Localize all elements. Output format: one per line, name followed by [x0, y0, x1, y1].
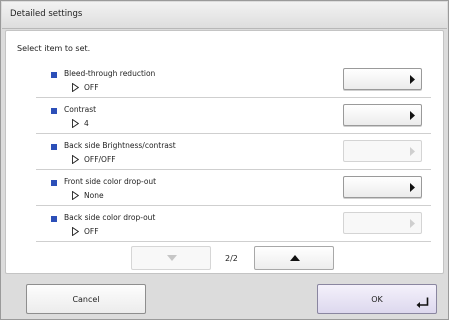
- setting-row-back-color-drop-out: Back side color drop-out OFF: [36, 206, 431, 242]
- square-bullet-icon: [51, 180, 57, 186]
- title-bar: Detailed settings: [2, 2, 447, 29]
- square-bullet-icon: [51, 72, 57, 78]
- outline-triangle-right-icon: [72, 155, 79, 164]
- square-bullet-icon: [51, 108, 57, 114]
- row-divider: [36, 241, 431, 242]
- setting-value: OFF: [84, 227, 99, 236]
- page-indicator: 2/2: [225, 254, 238, 263]
- setting-row-back-brightness-contrast: Back side Brightness/contrast OFF/OFF: [36, 134, 431, 170]
- triangle-right-icon: [410, 183, 415, 192]
- instruction-text: Select item to set.: [17, 44, 91, 53]
- setting-row-bleed-through: Bleed-through reduction OFF: [36, 62, 431, 98]
- square-bullet-icon: [51, 216, 57, 222]
- outline-triangle-right-icon: [72, 119, 79, 128]
- setting-label: Contrast: [64, 105, 97, 114]
- contrast-setting-button[interactable]: [343, 104, 422, 126]
- setting-row-contrast: Contrast 4: [36, 98, 431, 134]
- setting-label: Front side color drop-out: [64, 177, 157, 186]
- triangle-down-icon: [167, 255, 177, 261]
- ok-button[interactable]: OK: [317, 284, 437, 314]
- triangle-right-icon: [410, 111, 415, 120]
- triangle-right-icon: [410, 219, 415, 228]
- front-color-drop-out-setting-button[interactable]: [343, 176, 422, 198]
- outline-triangle-right-icon: [72, 83, 79, 92]
- cancel-label: Cancel: [72, 295, 100, 304]
- back-brightness-contrast-setting-button[interactable]: [343, 140, 422, 162]
- page-down-button[interactable]: [131, 246, 211, 270]
- page-up-button[interactable]: [254, 246, 334, 270]
- outline-triangle-right-icon: [72, 191, 79, 200]
- enter-return-icon: [416, 297, 429, 308]
- cancel-button[interactable]: Cancel: [26, 284, 146, 314]
- triangle-up-icon: [290, 255, 300, 261]
- setting-value: OFF/OFF: [84, 155, 116, 164]
- setting-value: OFF: [84, 83, 99, 92]
- setting-label: Back side color drop-out: [64, 213, 156, 222]
- bleed-through-setting-button[interactable]: [343, 68, 422, 90]
- setting-value: 4: [84, 119, 89, 128]
- setting-value: None: [84, 191, 104, 200]
- square-bullet-icon: [51, 144, 57, 150]
- dialog-window: Detailed settings Select item to set. Bl…: [0, 0, 449, 320]
- outline-triangle-right-icon: [72, 227, 79, 236]
- back-color-drop-out-setting-button[interactable]: [343, 212, 422, 234]
- settings-panel: Select item to set. Bleed-through reduct…: [5, 30, 444, 274]
- setting-label: Bleed-through reduction: [64, 69, 156, 78]
- dialog-title: Detailed settings: [10, 9, 83, 19]
- setting-label: Back side Brightness/contrast: [64, 141, 176, 150]
- triangle-right-icon: [410, 75, 415, 84]
- setting-row-front-color-drop-out: Front side color drop-out None: [36, 170, 431, 206]
- triangle-right-icon: [410, 147, 415, 156]
